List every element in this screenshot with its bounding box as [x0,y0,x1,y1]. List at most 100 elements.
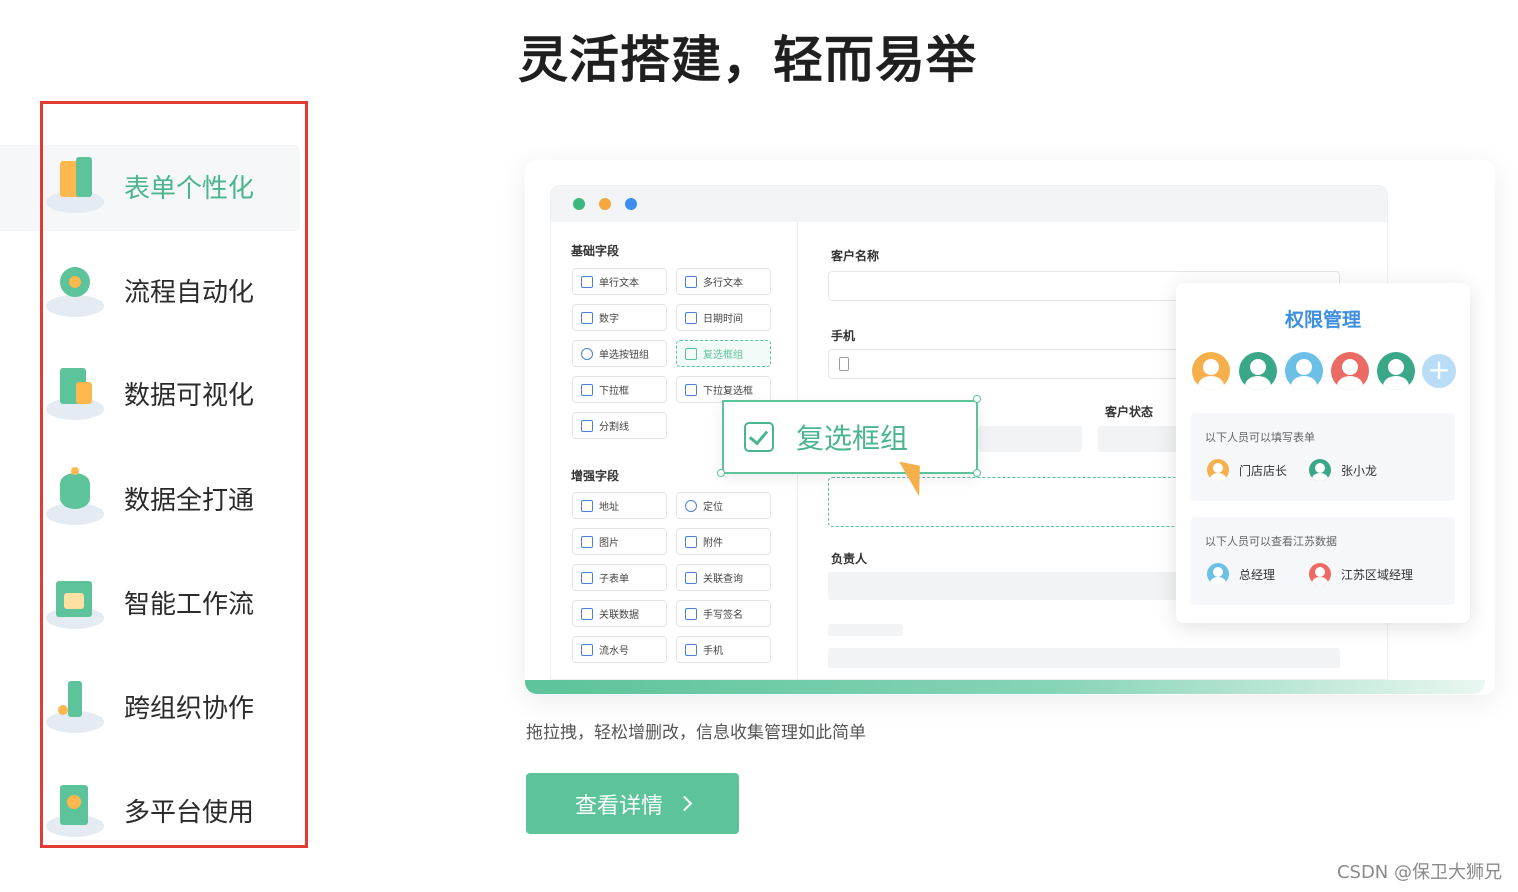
mobile-icon [839,357,849,371]
field-chip[interactable]: 关联数据 [572,600,667,627]
avatar[interactable] [1331,352,1369,390]
field-chip[interactable]: 图片 [572,528,667,555]
field-chip[interactable]: 数字 [572,304,667,331]
field-chip[interactable]: 附件 [676,528,771,555]
menu-item-form[interactable]: 表单个性化 [44,146,294,226]
status-placeholder [1098,426,1178,452]
add-member-icon[interactable]: + [1422,354,1456,388]
collaboration-icon [44,675,106,737]
chevron-right-icon [676,795,693,812]
resize-handle[interactable] [717,469,725,477]
menu-item-multi-platform[interactable]: 多平台使用 [44,770,294,850]
checkbox-group-icon [744,422,774,452]
page-headline: 灵活搭建，轻而易举 [518,31,977,89]
avatar [1207,563,1229,585]
phone-input[interactable] [828,349,1188,379]
window-dot-blue [625,198,637,210]
window-titlebar [551,186,1387,222]
permission-person[interactable]: 门店店长 [1207,459,1287,481]
field-chip[interactable]: 流水号 [572,636,667,663]
field-chip[interactable]: 日期时间 [676,304,771,331]
upload-icon [685,535,697,548]
map-pin-icon [581,499,593,512]
avatar[interactable] [1192,352,1230,390]
subform-icon [581,571,593,584]
database-icon [44,467,106,529]
owner-label: 负责人 [831,552,868,566]
menu-item-database[interactable]: 数据全打通 [44,458,294,538]
field-chip-dragging-placeholder[interactable]: 复选框组 [676,340,771,367]
feature-description: 拖拉拽，轻松增删改，信息收集管理如此简单 [526,723,866,743]
avatar[interactable] [1285,352,1323,390]
linked-query-icon [685,571,697,584]
menu-item-collaboration[interactable]: 跨组织协作 [44,666,294,746]
fill-permission-block: 以下人员可以填写表单 门店店长 张小龙 [1191,413,1455,501]
menu-item-label: 流程自动化 [124,277,255,308]
menu-item-label: 数据可视化 [124,380,255,411]
resize-handle[interactable] [973,395,981,403]
image-icon [581,535,593,548]
menu-item-label: 智能工作流 [124,589,255,620]
view-details-label: 查看详情 [574,793,663,819]
permission-person[interactable]: 江苏区域经理 [1309,563,1413,585]
owner-input[interactable] [828,572,1178,600]
chart-icon [44,362,106,424]
field-chip[interactable]: 手机 [676,636,771,663]
watermark: CSDN @保卫大狮兄 [1336,862,1502,883]
field-chip[interactable]: 子表单 [572,564,667,591]
field-chip[interactable]: 定位 [676,492,771,519]
menu-item-flow[interactable]: 流程自动化 [44,250,294,330]
customer-status-label: 客户状态 [1105,405,1154,419]
field-chip[interactable]: 手写签名 [676,600,771,627]
avatar [1309,459,1331,481]
field-chip[interactable]: 单行文本 [572,268,667,295]
avatar[interactable] [1377,352,1415,390]
checkbox-icon [685,347,697,360]
enhanced-fields-title: 增强字段 [571,469,620,483]
view-details-button[interactable]: 查看详情 [526,773,739,834]
resize-handle[interactable] [973,469,981,477]
dragging-field-label: 复选框组 [796,422,909,455]
permission-person[interactable]: 张小龙 [1309,459,1377,481]
menu-item-chart[interactable]: 数据可视化 [44,353,294,433]
drop-target-zone[interactable] [828,477,1178,527]
field-chip[interactable]: 分割线 [572,412,667,439]
menu-item-label: 跨组织协作 [124,693,255,724]
menu-item-label: 多平台使用 [124,797,255,828]
permission-person[interactable]: 总经理 [1207,563,1275,585]
field-chip[interactable]: 关联查询 [676,564,771,591]
dragging-field-checkbox-group[interactable]: 复选框组 [722,400,978,474]
customer-name-label: 客户名称 [831,249,880,263]
number-icon [581,311,593,324]
placeholder-bar [828,648,1340,668]
preview-accent-bar [525,680,1485,694]
permission-note: 以下人员可以填写表单 [1205,431,1315,444]
divider-icon [581,419,593,432]
multi-platform-icon [44,779,106,841]
avatar [1309,563,1331,585]
avatar [1207,459,1229,481]
radio-icon [581,347,593,360]
form-icon [44,155,106,217]
workflow-icon [44,571,106,633]
signature-icon [685,607,697,620]
linked-data-icon [581,607,593,620]
menu-item-label: 表单个性化 [124,173,255,204]
field-chip[interactable]: 下拉复选框 [676,376,771,403]
status-placeholder [978,426,1082,452]
avatar[interactable] [1239,352,1277,390]
field-chip[interactable]: 地址 [572,492,667,519]
flow-icon [44,259,106,321]
window-dot-orange [599,198,611,210]
placeholder-bar [828,624,903,636]
view-permission-block: 以下人员可以查看江苏数据 总经理 江苏区域经理 [1191,517,1455,605]
locate-icon [685,499,697,512]
field-chip[interactable]: 多行文本 [676,268,771,295]
menu-item-label: 数据全打通 [124,485,255,516]
basic-fields-title: 基础字段 [571,244,620,258]
menu-item-workflow[interactable]: 智能工作流 [44,562,294,642]
text-field-icon [581,275,593,288]
phone-label: 手机 [831,329,856,343]
field-chip[interactable]: 单选按钮组 [572,340,667,367]
field-chip[interactable]: 下拉框 [572,376,667,403]
